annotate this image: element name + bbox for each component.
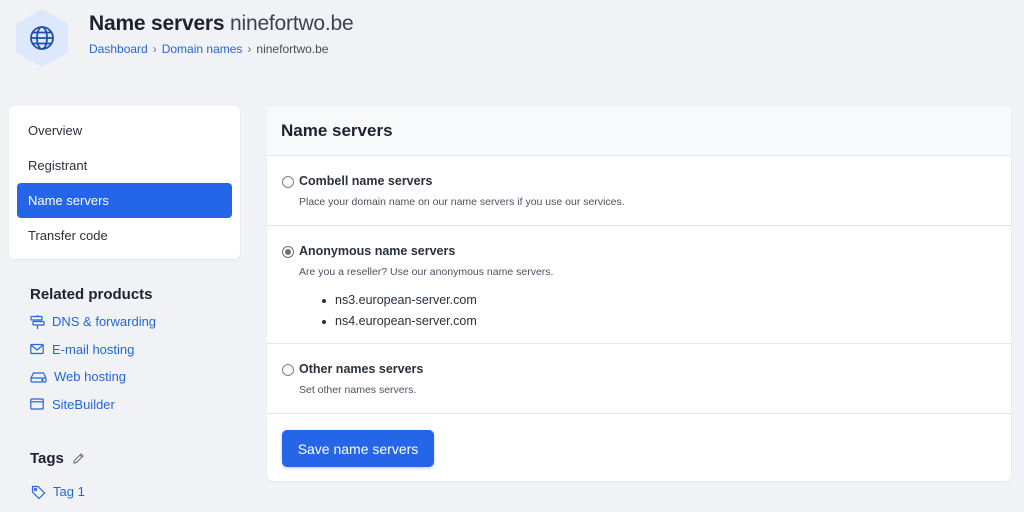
related-dns-forwarding-link[interactable]: DNS & forwarding bbox=[30, 308, 240, 336]
domain-menu: Overview Registrant Name servers Transfe… bbox=[9, 106, 240, 259]
menu-item-name-servers[interactable]: Name servers bbox=[17, 183, 232, 218]
browser-window-icon bbox=[30, 397, 46, 411]
radio-anonymous-name-servers[interactable] bbox=[282, 246, 294, 258]
tag-label: Tag 1 bbox=[53, 484, 85, 499]
breadcrumb: Dashboard › Domain names › ninefortwo.be bbox=[89, 42, 328, 56]
option-title: Other names servers bbox=[299, 362, 424, 376]
breadcrumb-domain-names-link[interactable]: Domain names bbox=[162, 42, 243, 56]
option-title: Anonymous name servers bbox=[299, 244, 456, 258]
related-item-label: Web hosting bbox=[54, 369, 127, 385]
menu-item-registrant[interactable]: Registrant bbox=[17, 148, 232, 183]
page-header: Name servers ninefortwo.be Dashboard › Dom… bbox=[0, 0, 1024, 80]
tags-section: Tags Tag 1 bbox=[30, 450, 85, 499]
breadcrumb-current: ninefortwo.be bbox=[256, 42, 329, 56]
radio-other-name-servers[interactable] bbox=[282, 364, 294, 376]
name-servers-card: Name servers Combell name servers Place … bbox=[267, 106, 1011, 481]
option-description: Place your domain name on our name serve… bbox=[299, 196, 625, 208]
name-server-item: ns4.european-server.com bbox=[322, 311, 477, 332]
page-title-domain: ninefortwo.be bbox=[230, 12, 354, 35]
card-title: Name servers bbox=[267, 106, 1011, 156]
page-title: Name servers ninefortwo.be bbox=[89, 12, 354, 36]
server-icon bbox=[30, 370, 48, 384]
radio-combell-name-servers[interactable] bbox=[282, 176, 294, 188]
name-server-list: ns3.european-server.com ns4.european-ser… bbox=[322, 290, 477, 332]
option-combell-name-servers: Combell name servers Place your domain n… bbox=[267, 156, 1011, 226]
related-web-hosting-link[interactable]: Web hosting bbox=[30, 363, 240, 391]
tags-title: Tags bbox=[30, 450, 85, 467]
related-item-label: E-mail hosting bbox=[52, 341, 135, 357]
globe-icon bbox=[29, 25, 55, 56]
related-item-label: SiteBuilder bbox=[52, 396, 115, 412]
page-title-text: Name servers bbox=[89, 12, 225, 35]
save-name-servers-button[interactable]: Save name servers bbox=[282, 430, 434, 467]
tag-item[interactable]: Tag 1 bbox=[31, 484, 85, 499]
name-server-item: ns3.european-server.com bbox=[322, 290, 477, 311]
option-description: Are you a reseller? Use our anonymous na… bbox=[299, 266, 554, 278]
envelope-icon bbox=[30, 342, 46, 356]
related-sitebuilder-link[interactable]: SiteBuilder bbox=[30, 391, 240, 419]
breadcrumb-separator: › bbox=[247, 42, 252, 56]
breadcrumb-dashboard-link[interactable]: Dashboard bbox=[89, 42, 148, 56]
related-email-hosting-link[interactable]: E-mail hosting bbox=[30, 336, 240, 364]
tag-icon bbox=[31, 485, 46, 499]
option-anonymous-name-servers: Anonymous name servers Are you a reselle… bbox=[267, 226, 1011, 344]
option-description: Set other names servers. bbox=[299, 384, 417, 396]
related-products: Related products DNS & forwarding E-mail… bbox=[30, 286, 240, 418]
edit-pencil-icon[interactable] bbox=[72, 452, 85, 465]
signpost-icon bbox=[30, 314, 46, 329]
menu-item-overview[interactable]: Overview bbox=[17, 113, 232, 148]
option-title: Combell name servers bbox=[299, 174, 433, 188]
menu-item-transfer-code[interactable]: Transfer code bbox=[17, 218, 232, 253]
option-other-name-servers: Other names servers Set other names serv… bbox=[267, 344, 1011, 414]
breadcrumb-separator: › bbox=[152, 42, 157, 56]
card-footer: Save name servers bbox=[267, 414, 1011, 481]
related-item-label: DNS & forwarding bbox=[52, 314, 157, 330]
tags-title-text: Tags bbox=[30, 450, 64, 467]
domain-hexagon-badge bbox=[15, 8, 69, 68]
related-products-title: Related products bbox=[30, 286, 153, 303]
